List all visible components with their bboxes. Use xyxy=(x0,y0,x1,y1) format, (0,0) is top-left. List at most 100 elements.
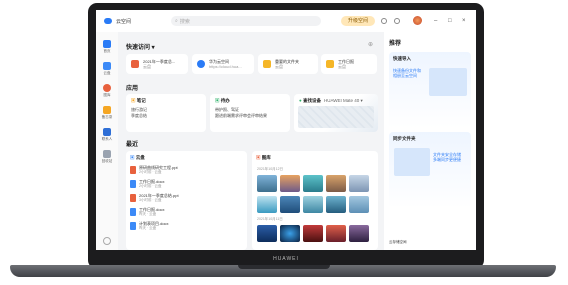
file-meta: 2小时前 · 云盘 xyxy=(139,170,162,174)
quick-import-title: 快速导入 xyxy=(393,56,411,61)
minimize-icon[interactable]: – xyxy=(434,18,437,24)
sidebar-item-trash[interactable]: 回收站 xyxy=(96,150,118,164)
photo-thumbnail[interactable] xyxy=(257,225,277,242)
find-device-card[interactable]: ● 查找设备 HUAWEI Mate 40 ▾ xyxy=(294,94,378,132)
list-item[interactable]: 工作日报.docx 昨天 · 云盘 xyxy=(130,206,243,218)
quick-item-sub: 云盘 xyxy=(275,64,283,69)
photo-thumbnail[interactable] xyxy=(280,196,300,213)
cloud-drive-icon xyxy=(103,62,111,70)
file-meta: 3小时前 · 云盘 xyxy=(139,198,162,202)
photo-thumbnail[interactable] xyxy=(257,196,277,213)
drive-card-title: 云盘 xyxy=(135,155,145,160)
file-meta: 昨天 · 云盘 xyxy=(139,212,157,216)
file-meta: 2小时前 · 云盘 xyxy=(139,184,162,188)
photo-thumbnail[interactable] xyxy=(303,196,323,213)
map[interactable] xyxy=(298,106,374,128)
illustration xyxy=(394,148,430,176)
title-bar: 云空间 ⌕ 搜索 升级空间 – □ × xyxy=(96,10,476,32)
sidebar-item-label: 图库 xyxy=(103,93,111,97)
sync-folder-title: 同步文件夹 xyxy=(393,136,416,141)
recommend-title: 推荐 xyxy=(389,41,402,47)
gallery-card-title: 图库 xyxy=(261,155,271,160)
home-icon xyxy=(103,40,111,48)
doc-file-icon xyxy=(130,180,136,188)
list-item[interactable]: 原研曲线研究工程.ppt 2小时前 · 云盘 xyxy=(130,164,243,176)
laptop: 云空间 ⌕ 搜索 升级空间 – □ × 首页 云盘 图库 备忘录 联系人 回收站… xyxy=(0,0,568,285)
photo-thumbnail[interactable] xyxy=(280,175,300,192)
maximize-icon[interactable]: □ xyxy=(448,18,452,24)
recent-gallery-card: ▣ 图库 2021年10月12日 2021年10月11日 xyxy=(252,151,378,250)
contacts-icon xyxy=(103,128,111,136)
sidebar-item-label: 云盘 xyxy=(103,71,111,75)
search-input[interactable]: ⌕ 搜索 xyxy=(171,16,321,26)
sidebar-item-label: 备忘录 xyxy=(101,115,113,119)
sidebar-item-label: 回收站 xyxy=(101,159,113,163)
app-name: 云空间 xyxy=(116,18,132,25)
file-meta: 昨天 · 云盘 xyxy=(139,226,157,230)
quick-access-title[interactable]: 快速访问 ▾ xyxy=(126,42,155,51)
sidebar-item-contacts[interactable]: 联系人 xyxy=(96,128,118,142)
globe-icon xyxy=(197,60,205,68)
quick-item[interactable]: 工作日报 云盘 xyxy=(321,54,377,74)
quick-import-card[interactable]: 快速导入 快速备份文件和 相册至云空间 xyxy=(389,52,471,128)
folder-icon xyxy=(326,60,334,68)
list-item[interactable]: 计划表项目.docx 昨天 · 云盘 xyxy=(130,220,243,232)
photo-thumbnail[interactable] xyxy=(280,225,300,242)
note-row[interactable]: 季度总结 xyxy=(131,113,201,119)
quick-item-sub: 云盘 xyxy=(338,64,346,69)
sidebar-item-gallery[interactable]: 图库 xyxy=(96,84,118,98)
sidebar-item-notes[interactable]: 备忘录 xyxy=(96,106,118,120)
upgrade-button[interactable]: 升级空间 xyxy=(341,16,375,26)
photo-thumbnail[interactable] xyxy=(349,175,369,192)
photo-thumbnail[interactable] xyxy=(303,175,323,192)
folder-icon xyxy=(263,60,271,68)
sidebar-item-label: 联系人 xyxy=(101,137,113,141)
photo-thumbnail[interactable] xyxy=(303,225,323,242)
screen: 云空间 ⌕ 搜索 升级空间 – □ × 首页 云盘 图库 备忘录 联系人 回收站… xyxy=(96,10,476,250)
brand-label: HUAWEI xyxy=(273,256,299,262)
gallery-date: 2021年10月12日 xyxy=(257,167,284,171)
list-item[interactable]: 2021年一季度总结.ppt 3小时前 · 云盘 xyxy=(130,192,243,204)
quick-item-sub: https://cloud.hua... xyxy=(209,64,242,69)
ppt-file-icon xyxy=(130,166,136,174)
settings-icon[interactable] xyxy=(394,18,400,24)
tasks-card[interactable]: ▣ 待办 带护照、驾证 跟进前端需求评审会评审结果 xyxy=(210,94,290,132)
close-icon[interactable]: × xyxy=(462,18,466,24)
ppt-file-icon xyxy=(130,194,136,202)
photo-thumbnail[interactable] xyxy=(326,196,346,213)
sync-folder-card[interactable]: 同步文件夹 文件夹安全存储 多端同步更便捷 xyxy=(389,132,471,208)
add-icon[interactable]: ⊕ xyxy=(368,41,373,48)
laptop-notch xyxy=(238,265,330,269)
photo-thumbnail[interactable] xyxy=(257,175,277,192)
sidebar-item-home[interactable]: 首页 xyxy=(96,40,118,54)
quick-item[interactable]: 2021年一季度总... 云盘 xyxy=(126,54,188,74)
recent-title: 最近 xyxy=(126,142,139,148)
gallery-date: 2021年10月11日 xyxy=(257,217,283,221)
storage-icon[interactable] xyxy=(96,237,118,246)
list-item[interactable]: 工作日报.docx 2小时前 · 云盘 xyxy=(130,178,243,190)
gallery-icon xyxy=(103,84,111,92)
find-device-title: 查找设备 xyxy=(302,98,321,103)
device-select[interactable]: HUAWEI Mate 40 ▾ xyxy=(324,98,363,103)
trash-icon xyxy=(103,150,111,158)
quick-item-sub: 云盘 xyxy=(143,64,151,69)
search-placeholder: 搜索 xyxy=(179,18,190,25)
photo-thumbnail[interactable] xyxy=(326,175,346,192)
quick-item[interactable]: 重要的文件夹 云盘 xyxy=(258,54,318,74)
notes-icon xyxy=(103,106,111,114)
illustration xyxy=(429,68,467,96)
quick-item[interactable]: 华为云空间 https://cloud.hua... xyxy=(192,54,254,74)
photo-thumbnail[interactable] xyxy=(349,225,369,242)
tasks-card-title: 待办 xyxy=(220,98,230,103)
notes-card-title: 笔记 xyxy=(136,98,146,103)
sync-folder-desc: 文件夹安全存储 多端同步更便捷 xyxy=(433,152,461,162)
doc-file-icon xyxy=(130,222,136,230)
task-row[interactable]: 跟进前端需求评审会评审结果 xyxy=(215,113,285,119)
photo-thumbnail[interactable] xyxy=(349,196,369,213)
notes-card[interactable]: ▣ 笔记 旅行游记 季度总结 xyxy=(126,94,206,132)
photo-thumbnail[interactable] xyxy=(326,225,346,242)
help-icon[interactable] xyxy=(381,18,387,24)
ppt-file-icon xyxy=(131,60,139,68)
avatar[interactable] xyxy=(413,16,422,25)
sidebar-item-drive[interactable]: 云盘 xyxy=(96,62,118,76)
